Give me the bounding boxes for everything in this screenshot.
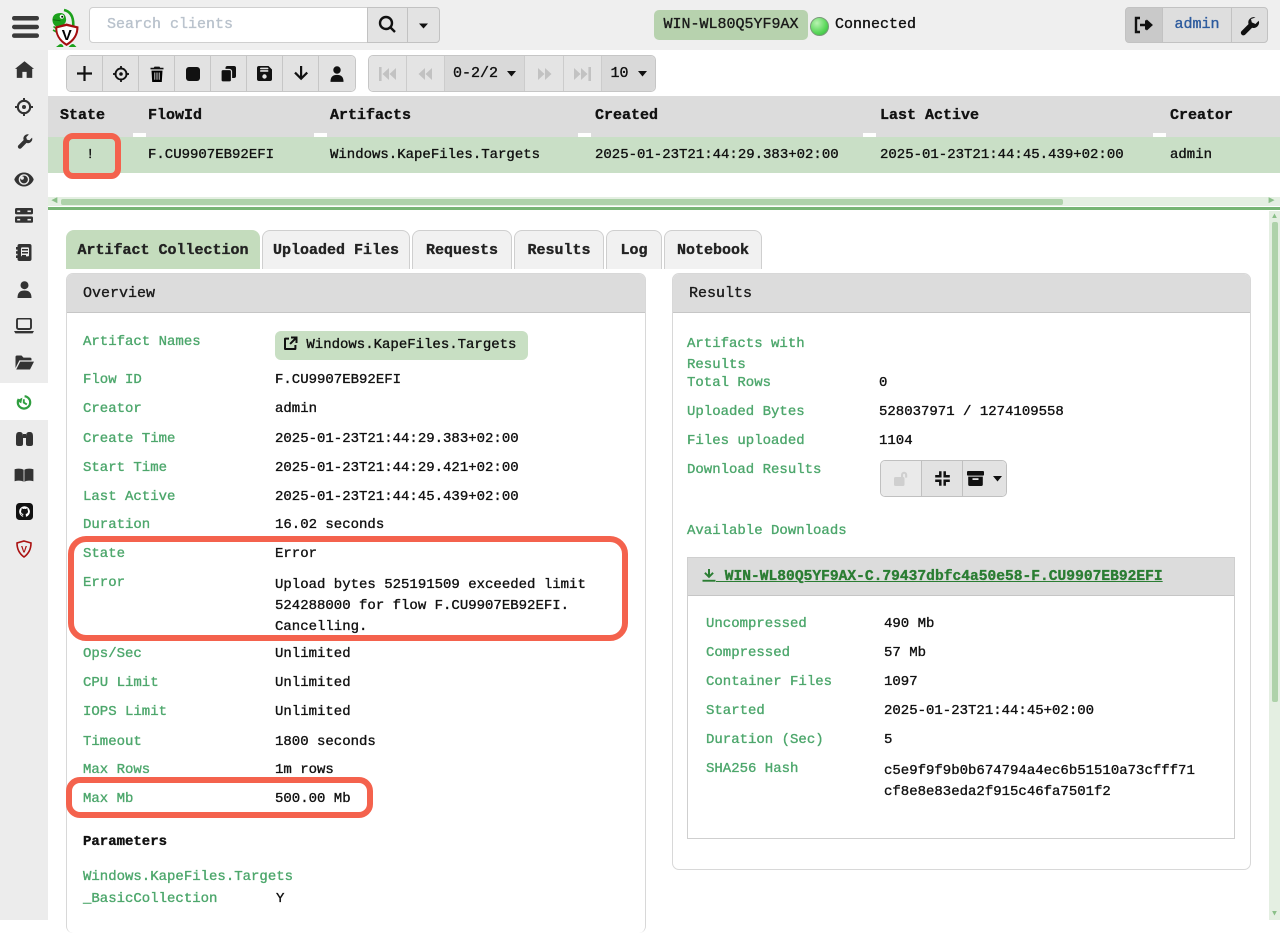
svg-text:V: V xyxy=(21,544,27,554)
svg-text:V: V xyxy=(62,27,72,44)
